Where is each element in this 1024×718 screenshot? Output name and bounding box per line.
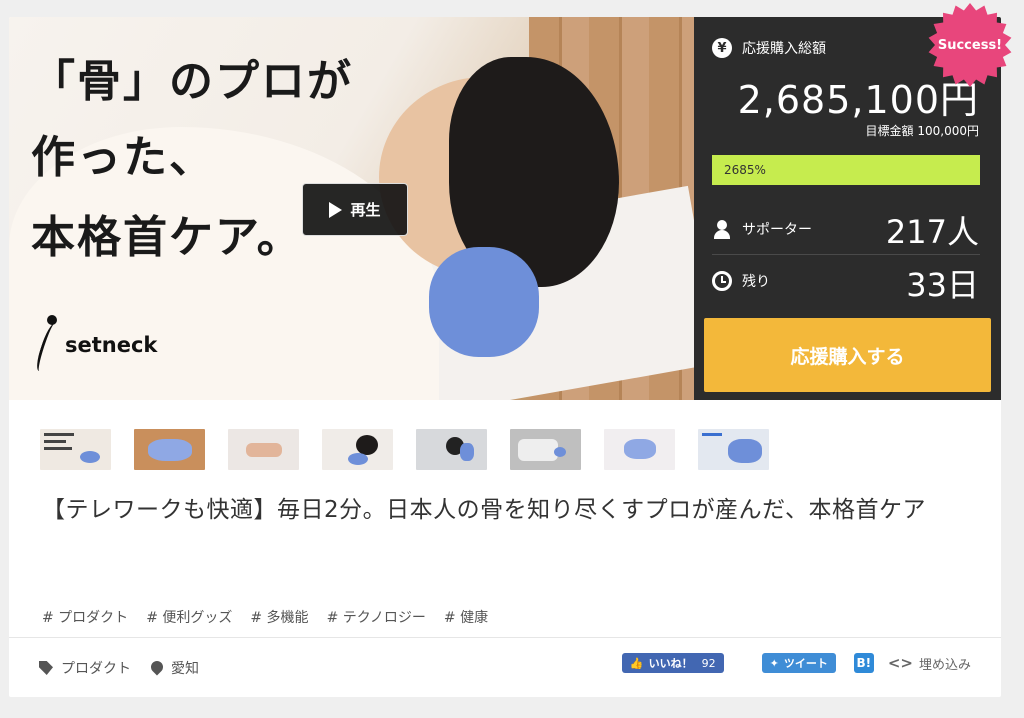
supporters-row: サポーター — [712, 219, 812, 239]
goal-amount: 目標金額 100,000円 — [865, 124, 979, 138]
tag-product[interactable]: # プロダクト — [42, 607, 128, 627]
remaining-label: 残り — [742, 274, 770, 290]
total-label-row: ¥ 応援購入総額 — [712, 38, 826, 58]
setneck-logo: setneck — [33, 315, 158, 375]
location-label: 愛知 — [171, 661, 199, 677]
supporters-count: 217人 — [885, 213, 979, 251]
logo-text: setneck — [65, 333, 158, 357]
thumbnail-5[interactable] — [416, 429, 487, 470]
thumbnail-6[interactable] — [510, 429, 581, 470]
thumbnail-1[interactable] — [40, 429, 111, 470]
stats-divider — [712, 254, 980, 255]
tag-list: # プロダクト # 便利グッズ # 多機能 # テクノロジー # 健康 — [42, 607, 488, 627]
support-purchase-button[interactable]: 応援購入する — [704, 318, 991, 392]
facebook-like-button[interactable]: 👍 いいね！ 92 — [621, 653, 724, 673]
thumbnail-7[interactable] — [604, 429, 675, 470]
embed-label: 埋め込み — [918, 657, 971, 673]
thumbnail-4[interactable] — [322, 429, 393, 470]
play-icon — [329, 201, 343, 218]
embed-button[interactable]: <> 埋め込み — [888, 654, 971, 673]
tweet-button[interactable]: ✦ ツイート — [761, 653, 836, 673]
progress-bar: 2685% — [712, 155, 980, 185]
clock-icon — [712, 271, 732, 291]
category-label: プロダクト — [61, 661, 131, 677]
hero-headline-line1: 「骨」のプロが — [31, 56, 353, 107]
tweet-label: ツイート — [783, 657, 828, 670]
tag-technology[interactable]: # テクノロジー — [327, 607, 426, 627]
success-badge: Success! — [927, 2, 1013, 88]
facebook-like-label: いいね！ — [648, 657, 693, 670]
project-meta: プロダクト 愛知 — [39, 658, 199, 678]
thumbnail-8[interactable] — [698, 429, 769, 470]
social-share-bar: 👍 いいね！ 92 ✦ ツイート B! <> 埋め込み — [621, 653, 971, 673]
yen-icon: ¥ — [712, 38, 732, 58]
success-badge-label: Success! — [937, 37, 1003, 53]
location-pin-icon — [151, 661, 163, 676]
remaining-row: 残り — [712, 271, 770, 291]
neck-pillow-decoration — [429, 247, 539, 357]
total-label: 応援購入総額 — [742, 41, 826, 57]
thumbnail-3[interactable] — [228, 429, 299, 470]
code-icon: <> — [887, 654, 913, 672]
tag-multifunction[interactable]: # 多機能 — [250, 607, 308, 627]
hero-headline-line3: 本格首ケア。 — [31, 212, 303, 263]
supporters-label: サポーター — [742, 222, 812, 238]
facebook-like-count: 92 — [701, 656, 716, 670]
thumbnail-strip — [40, 429, 769, 470]
logo-mark-icon — [33, 315, 61, 375]
project-card: 「骨」のプロが 作った、 本格首ケア。 setneck 再生 ¥ 応援購入総額 … — [9, 17, 1001, 697]
location-link[interactable]: 愛知 — [151, 658, 199, 678]
hatena-bookmark-button[interactable]: B! — [853, 653, 874, 673]
play-label: 再生 — [350, 201, 381, 219]
tag-icon — [39, 661, 53, 675]
hero-headline-line2: 作った、 — [31, 132, 215, 183]
thumbnail-2[interactable] — [134, 429, 205, 470]
tag-convenience-goods[interactable]: # 便利グッズ — [146, 607, 232, 627]
hero-image[interactable]: 「骨」のプロが 作った、 本格首ケア。 setneck 再生 — [9, 17, 694, 400]
thumbs-up-icon: 👍 — [629, 656, 644, 670]
progress-percent: 2685% — [724, 163, 766, 177]
tag-health[interactable]: # 健康 — [444, 607, 488, 627]
twitter-bird-icon: ✦ — [769, 656, 779, 670]
play-video-button[interactable]: 再生 — [302, 183, 408, 236]
person-icon — [712, 219, 732, 239]
category-link[interactable]: プロダクト — [39, 658, 131, 678]
remaining-days: 33日 — [906, 266, 979, 304]
